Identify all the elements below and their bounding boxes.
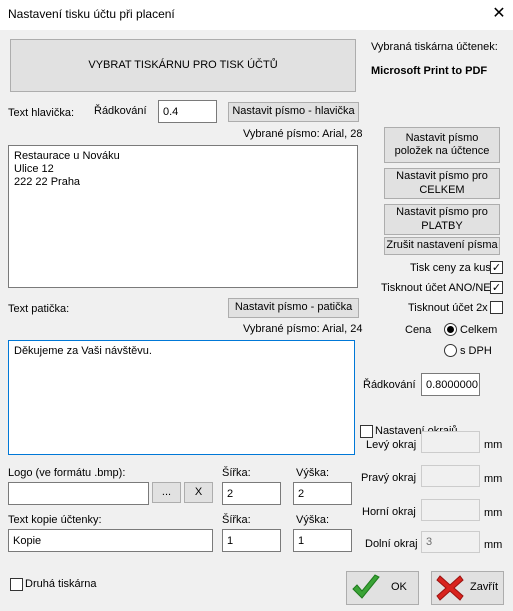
check-icon: ✓: [491, 282, 502, 294]
total-font-button-label: Nastavit písmo pro CELKEM: [396, 170, 488, 196]
payment-font-button[interactable]: Nastavit písmo pro PLATBY: [384, 204, 500, 235]
copy-width-input[interactable]: 1: [222, 529, 281, 552]
close-button-label: Zavřít: [470, 581, 499, 594]
right-margin-label: Pravý okraj: [361, 472, 417, 484]
second-printer-checkbox[interactable]: [10, 578, 23, 591]
left-margin-label: Levý okraj: [366, 439, 417, 451]
copy-text-input[interactable]: Kopie: [8, 529, 213, 552]
print-receipt-checkbox[interactable]: ✓: [490, 281, 503, 294]
right-margin-input[interactable]: [421, 465, 480, 487]
bottom-margin-unit: mm: [484, 539, 503, 551]
footer-font-button[interactable]: Nastavit písmo - patička: [228, 298, 359, 318]
left-margin-input[interactable]: [421, 431, 480, 453]
x-icon: [436, 575, 464, 601]
line-spacing-label: Řádkování: [363, 379, 416, 391]
ok-button-label: OK: [391, 581, 407, 594]
bottom-margin-input[interactable]: 3: [421, 531, 480, 553]
window-title: Nastavení tisku účtu při placení: [8, 7, 175, 21]
top-margin-input[interactable]: [421, 499, 480, 521]
logo-width-input[interactable]: 2: [222, 482, 281, 505]
logo-path-input[interactable]: [8, 482, 149, 505]
right-margin-unit: mm: [484, 473, 503, 485]
logo-width-label: Šířka:: [222, 467, 251, 479]
close-icon[interactable]: ✕: [488, 3, 510, 25]
header-spacing-input[interactable]: 0.4: [158, 100, 217, 123]
ok-button[interactable]: OK: [346, 571, 419, 605]
close-button[interactable]: Zavřít: [431, 571, 504, 605]
footer-font-info: Vybrané písmo: Arial, 24: [243, 323, 363, 335]
unit-price-label: Tisk ceny za kus: [410, 262, 491, 274]
logo-label: Logo (ve formátu .bmp):: [8, 467, 126, 479]
reset-font-button[interactable]: Zrušit nastavení písma: [384, 237, 500, 255]
header-font-info: Vybrané písmo: Arial, 28: [243, 128, 363, 140]
copy-height-input[interactable]: 1: [293, 529, 352, 552]
payment-font-button-label: Nastavit písmo pro PLATBY: [396, 206, 488, 232]
price-radio-vat[interactable]: [444, 344, 457, 357]
logo-clear-button[interactable]: X: [184, 482, 213, 503]
total-font-button[interactable]: Nastavit písmo pro CELKEM: [384, 168, 500, 199]
unit-price-checkbox[interactable]: ✓: [490, 261, 503, 274]
second-printer-label: Druhá tiskárna: [25, 578, 97, 590]
select-printer-button[interactable]: VYBRAT TISKÁRNU PRO TISK ÚČTŮ: [10, 39, 356, 92]
print-twice-label: Tisknout účet 2x: [408, 302, 488, 314]
selected-printer-label: Vybraná tiskárna účtenek:: [371, 41, 498, 53]
left-margin-unit: mm: [484, 439, 503, 451]
print-receipt-label: Tisknout účet ANO/NE: [381, 282, 491, 294]
price-radio-total-label: Celkem: [460, 324, 498, 336]
copy-height-label: Výška:: [296, 514, 330, 526]
top-margin-unit: mm: [484, 507, 503, 519]
margins-checkbox[interactable]: [360, 425, 373, 438]
top-margin-label: Horní okraj: [362, 506, 416, 518]
price-radio-vat-label: s DPH: [460, 345, 492, 357]
header-text-label: Text hlavička:: [8, 107, 75, 119]
checkmark-icon: [352, 574, 380, 599]
logo-browse-button[interactable]: ...: [152, 482, 181, 503]
logo-height-input[interactable]: 2: [293, 482, 352, 505]
selected-printer-value: Microsoft Print to PDF: [371, 65, 488, 77]
copy-label: Text kopie účtenky:: [8, 514, 102, 526]
check-icon: ✓: [491, 262, 502, 274]
footer-text-label: Text patička:: [8, 303, 70, 315]
header-font-button[interactable]: Nastavit písmo - hlavička: [228, 102, 359, 122]
items-font-button-label: Nastavit písmo položek na účtence: [394, 131, 490, 157]
items-font-button[interactable]: Nastavit písmo položek na účtence: [384, 127, 500, 163]
footer-textarea[interactable]: Děkujeme za Vaši návštěvu.: [8, 340, 355, 455]
logo-height-label: Výška:: [296, 467, 330, 479]
line-spacing-input[interactable]: 0.8000000: [421, 373, 480, 396]
header-textarea[interactable]: Restaurace u Nováku Ulice 12 222 22 Prah…: [8, 145, 358, 288]
price-radio-total[interactable]: [444, 323, 457, 336]
bottom-margin-label: Dolní okraj: [365, 538, 418, 550]
print-twice-checkbox[interactable]: [490, 301, 503, 314]
copy-width-label: Šířka:: [222, 514, 251, 526]
header-spacing-label: Řádkování: [94, 105, 147, 117]
price-label: Cena: [405, 324, 432, 336]
